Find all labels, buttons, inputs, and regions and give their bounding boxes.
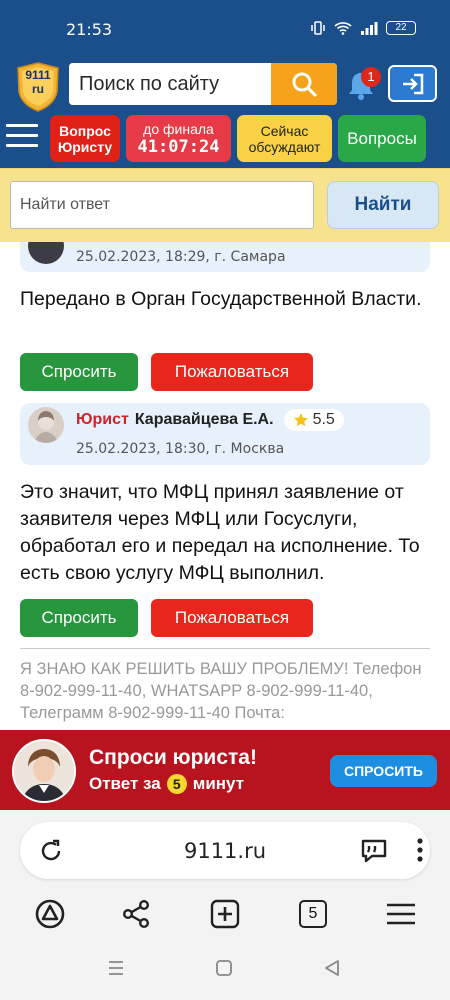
lawyer-avatar [12, 739, 76, 803]
answer-text: Передано в Орган Государственной Власти. [20, 288, 422, 310]
find-answer-button[interactable]: Найти [327, 181, 439, 229]
more-options-icon[interactable] [410, 836, 430, 864]
site-header: 9111 ru 1 Вопрос Юристу до финала 41:07:… [0, 50, 450, 168]
find-answer-input[interactable] [10, 181, 314, 229]
site-search [69, 63, 337, 105]
ask-button[interactable]: Спросить [20, 353, 138, 391]
star-icon [293, 413, 308, 427]
banner-title: Спроси юриста! [89, 746, 257, 769]
discussing-line2: обсуждают [248, 138, 321, 155]
status-bar: 21:53 22 [0, 0, 450, 50]
site-search-input[interactable] [69, 63, 271, 105]
ask-button[interactable]: Спросить [20, 599, 138, 637]
logo-text-top: 9111 [25, 68, 51, 82]
answer-text: Это значит, что МФЦ принял заявление от … [20, 481, 420, 584]
report-button[interactable]: Пожаловаться [151, 599, 313, 637]
answer-meta: 25.02.2023, 18:30, г. Москва [76, 441, 285, 457]
new-tab-icon[interactable] [207, 896, 243, 932]
ask-lawyer-button[interactable]: Вопрос Юристу [50, 115, 120, 162]
login-icon [402, 73, 423, 94]
rating-value: 5.5 [312, 411, 335, 428]
to-final-timer: 41:07:24 [137, 136, 220, 157]
share-icon[interactable] [118, 896, 154, 932]
system-navigation [0, 940, 450, 1000]
find-answer-bar: Найти [0, 168, 450, 242]
answer-meta: 25.02.2023, 18:29, г. Самара [76, 249, 286, 265]
browser-nav-row: 5 [0, 896, 450, 932]
avatar [28, 242, 64, 264]
questions-button[interactable]: Вопросы [338, 115, 426, 162]
ask-lawyer-banner[interactable]: Спроси юриста! Ответ за 5 минут СПРОСИТЬ [0, 730, 450, 810]
signal-icon [361, 22, 378, 35]
answer-author-card: 25.02.2023, 18:29, г. Самара [20, 242, 430, 272]
home-icon[interactable] [210, 954, 238, 982]
banner-subtitle: Ответ за 5 минут [89, 774, 244, 794]
wifi-icon [334, 22, 352, 35]
chat-icon[interactable] [360, 837, 388, 865]
tabs-button[interactable]: 5 [295, 896, 331, 932]
notification-badge: 1 [361, 67, 381, 87]
recent-apps-icon[interactable] [102, 954, 130, 982]
ask-lawyer-line2: Юристу [57, 138, 113, 155]
promo-text: Я ЗНАЮ КАК РЕШИТЬ ВАШУ ПРОБЛЕМУ! Телефон… [20, 660, 422, 722]
status-time: 21:53 [66, 20, 113, 39]
login-button[interactable] [388, 65, 437, 102]
avatar[interactable] [28, 407, 64, 443]
tabs-count: 5 [299, 900, 327, 928]
ask-lawyer-line1: Вопрос [59, 122, 111, 139]
banner-sub-before: Ответ за [89, 774, 161, 793]
vibrate-icon [311, 21, 325, 35]
logo-text-bottom: ru [32, 82, 44, 96]
status-icons: 22 [310, 21, 416, 35]
search-icon [292, 72, 317, 97]
author-role: Юрист [76, 411, 129, 428]
to-final-button[interactable]: до финала 41:07:24 [126, 115, 231, 162]
discussing-button[interactable]: Сейчас обсуждают [237, 115, 332, 162]
banner-ask-button[interactable]: СПРОСИТЬ [330, 755, 437, 787]
discussing-line1: Сейчас [260, 122, 309, 139]
author-line: Юрист Каравайцева Е.А. 5.5 [76, 409, 344, 431]
banner-minutes-badge: 5 [166, 774, 187, 794]
back-icon[interactable] [318, 954, 346, 982]
menu-icon[interactable] [6, 124, 38, 152]
banner-sub-after: минут [192, 774, 245, 793]
answer-author-card: Юрист Каравайцева Е.А. 5.5 25.02.2023, 1… [20, 403, 430, 465]
site-search-button[interactable] [271, 63, 337, 105]
author-name[interactable]: Каравайцева Е.А. [135, 411, 274, 429]
answers-list: 25.02.2023, 18:29, г. Самара Передано в … [0, 242, 450, 730]
address-bar[interactable]: 9111.ru [20, 822, 430, 879]
alice-icon[interactable] [32, 896, 68, 932]
menu-icon[interactable] [383, 896, 419, 932]
browser-toolbar: 9111.ru 5 [0, 810, 450, 940]
battery-indicator: 22 [386, 21, 416, 35]
to-final-label: до финала [143, 120, 214, 137]
author-rating: 5.5 [283, 409, 344, 431]
divider [20, 648, 430, 649]
report-button[interactable]: Пожаловаться [151, 353, 313, 391]
